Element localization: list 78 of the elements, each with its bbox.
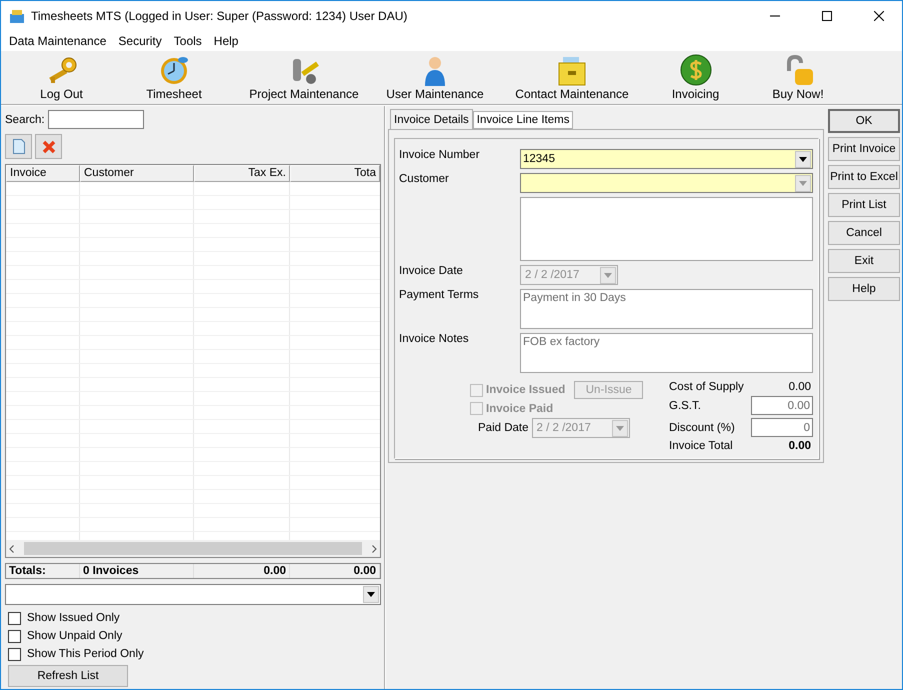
summary-label: G.S.T. bbox=[669, 400, 702, 412]
delete-icon bbox=[42, 140, 56, 154]
cost-of-supply-value: 0.00 bbox=[788, 381, 812, 393]
checkbox-label: Show Unpaid Only bbox=[27, 630, 122, 642]
dropdown-button[interactable] bbox=[363, 586, 379, 603]
column-header[interactable]: Invoice bbox=[6, 165, 80, 182]
toolbar-button[interactable]: Buy Now! bbox=[743, 51, 853, 104]
document-icon bbox=[12, 139, 24, 154]
invoice-total-value: 0.00 bbox=[788, 440, 812, 452]
caret-icon bbox=[616, 426, 624, 430]
discount-field[interactable]: 0 bbox=[751, 418, 813, 437]
checkbox[interactable] bbox=[8, 648, 21, 660]
checkbox-label: Invoice Issued bbox=[486, 384, 566, 396]
checkbox-label: Show This Period Only bbox=[27, 648, 144, 660]
tab[interactable]: Invoice Line Items bbox=[472, 111, 574, 129]
new-button[interactable] bbox=[5, 134, 32, 159]
totals-cell: 0.00 bbox=[290, 564, 380, 578]
search-label: Search: bbox=[5, 114, 45, 126]
dropdown-button[interactable] bbox=[795, 150, 811, 168]
action-button[interactable]: Print to Excel bbox=[828, 165, 900, 189]
summary-label: Discount (%) bbox=[669, 422, 736, 434]
checkbox[interactable] bbox=[8, 612, 21, 624]
field-label: Payment Terms bbox=[399, 289, 480, 301]
checkbox-label: Invoice Paid bbox=[486, 402, 554, 414]
invoice-number-field[interactable]: 12345 bbox=[520, 149, 813, 169]
toolbar-button[interactable]: Project Maintenance bbox=[234, 51, 374, 104]
scroll-right-icon[interactable] bbox=[372, 544, 377, 552]
caret-icon bbox=[604, 272, 612, 278]
field-label: Customer bbox=[399, 173, 450, 185]
window-title: Timesheets MTS (Logged in User: Super (Password: 1234) User DAU) bbox=[31, 9, 408, 23]
summary-label: Invoice Total bbox=[669, 440, 734, 452]
customer-field[interactable] bbox=[520, 173, 813, 193]
totals-cell: 0 Invoices bbox=[80, 564, 194, 578]
menu-item[interactable]: Security bbox=[112, 31, 168, 51]
toolbar-button[interactable]: User Maintenance bbox=[374, 51, 496, 104]
totals-cell: 0.00 bbox=[194, 564, 290, 578]
action-button[interactable]: Print Invoice bbox=[828, 137, 900, 161]
search-field[interactable] bbox=[48, 110, 144, 129]
toolbar-button[interactable]: Contact Maintenance bbox=[496, 51, 648, 104]
scroll-left-icon[interactable] bbox=[9, 544, 14, 552]
horizontal-scrollbar[interactable] bbox=[6, 540, 380, 557]
close-icon bbox=[874, 11, 884, 21]
caret-icon bbox=[367, 592, 375, 597]
toolbar-button[interactable]: Invoicing bbox=[648, 51, 743, 104]
column-header[interactable]: Tota bbox=[290, 165, 380, 182]
action-button[interactable]: Cancel bbox=[828, 221, 900, 245]
gst-field[interactable]: 0.00 bbox=[751, 396, 813, 415]
caret-icon bbox=[799, 180, 807, 186]
maximize-icon bbox=[822, 11, 832, 21]
filter-dropdown[interactable] bbox=[5, 584, 381, 605]
checkbox[interactable] bbox=[8, 630, 21, 642]
payment-terms-field[interactable]: Payment in 30 Days bbox=[520, 289, 813, 329]
refresh-list-button[interactable]: Refresh List bbox=[8, 665, 128, 687]
field-label: Invoice Notes bbox=[399, 333, 470, 345]
delete-button[interactable] bbox=[35, 134, 62, 159]
menu-item[interactable]: Data Maintenance bbox=[3, 31, 112, 51]
toolbar-button[interactable]: Log Out bbox=[9, 51, 114, 104]
totals-cell: Totals: bbox=[6, 564, 80, 578]
dollar-coin-icon bbox=[678, 53, 712, 87]
action-button[interactable]: Print List bbox=[828, 193, 900, 217]
action-button[interactable]: Help bbox=[828, 277, 900, 301]
menu-item[interactable]: Help bbox=[208, 31, 244, 51]
action-button[interactable]: OK bbox=[828, 109, 900, 133]
action-button[interactable]: Exit bbox=[828, 249, 900, 273]
summary-label: Cost of Supply bbox=[669, 381, 745, 393]
checkbox-label: Show Issued Only bbox=[27, 612, 120, 624]
field-label: Invoice Date bbox=[399, 265, 464, 277]
field-label: Paid Date bbox=[478, 422, 529, 434]
app-icon bbox=[9, 8, 25, 24]
toolbar-button[interactable]: Timesheet bbox=[114, 51, 234, 104]
menu-item[interactable]: Tools bbox=[168, 31, 208, 51]
column-header[interactable]: Tax Ex. bbox=[194, 165, 290, 182]
field-label: Invoice Number bbox=[399, 149, 481, 161]
address-field[interactable] bbox=[520, 197, 813, 261]
column-header[interactable]: Customer bbox=[80, 165, 194, 182]
caret-icon bbox=[799, 156, 807, 162]
invoice-notes-field[interactable]: FOB ex factory bbox=[520, 333, 813, 373]
tab[interactable]: Invoice Details bbox=[390, 109, 473, 129]
